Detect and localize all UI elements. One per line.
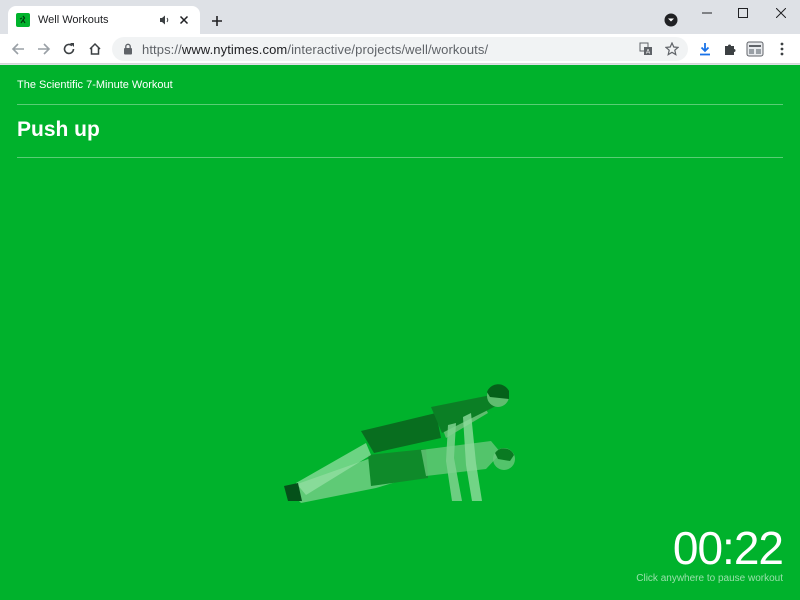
reload-icon: [63, 43, 75, 55]
speaker-icon[interactable]: [158, 13, 172, 27]
back-arrow-icon: [11, 43, 24, 55]
url-host: www.nytimes.com: [181, 41, 288, 57]
window-close-button[interactable]: [762, 0, 800, 26]
workout-kicker: The Scientific 7-Minute Workout: [17, 79, 173, 91]
plus-icon: [212, 16, 222, 26]
browser-menu-button[interactable]: [771, 38, 793, 60]
close-icon: [776, 8, 786, 18]
download-icon: [700, 43, 710, 56]
forward-arrow-icon: [38, 43, 51, 55]
download-button[interactable]: [694, 38, 716, 60]
runner-favicon-icon: [16, 13, 30, 27]
url-scheme: https://: [142, 41, 182, 57]
lock-icon[interactable]: [122, 43, 134, 55]
address-bar[interactable]: https://www.nytimes.com/interactive/proj…: [112, 37, 688, 61]
tab-search-button[interactable]: [662, 11, 680, 29]
kebab-menu-icon: [780, 42, 784, 56]
divider: [17, 157, 783, 158]
minimize-icon: [702, 12, 712, 14]
reload-button[interactable]: [58, 38, 80, 60]
exercise-title: Push up: [17, 118, 100, 141]
tab-strip: Well Workouts: [0, 0, 800, 34]
push-up-figure: [284, 384, 515, 503]
forward-button[interactable]: [33, 38, 55, 60]
divider: [17, 104, 783, 105]
url-path: /interactive/projects/well/workouts/: [287, 41, 489, 57]
puzzle-icon: [725, 44, 736, 55]
new-tab-button[interactable]: [206, 10, 228, 32]
back-button[interactable]: [7, 38, 29, 60]
maximize-button[interactable]: [724, 0, 762, 26]
home-button[interactable]: [84, 38, 106, 60]
profile-button[interactable]: [744, 38, 766, 60]
extensions-button[interactable]: [719, 38, 741, 60]
tab-close-icon[interactable]: [176, 12, 192, 28]
minimize-button[interactable]: [688, 0, 726, 26]
workout-timer: 00:22: [672, 522, 784, 574]
bookmark-star-icon[interactable]: [663, 40, 681, 58]
tab-title: Well Workouts: [38, 14, 109, 26]
profile-dropdown-icon: [664, 13, 678, 27]
pause-hint: Click anywhere to pause workout: [636, 573, 783, 584]
url-text: https://www.nytimes.com/interactive/proj…: [142, 42, 488, 57]
maximize-icon: [738, 8, 748, 18]
translate-icon[interactable]: A: [637, 40, 655, 58]
browser-toolbar: https://www.nytimes.com/interactive/proj…: [0, 34, 800, 64]
home-icon: [89, 42, 101, 55]
workout-page[interactable]: The Scientific 7-Minute Workout Push up …: [0, 65, 800, 600]
tab-well-workouts[interactable]: Well Workouts: [8, 6, 200, 34]
avatar-icon: [746, 41, 764, 57]
